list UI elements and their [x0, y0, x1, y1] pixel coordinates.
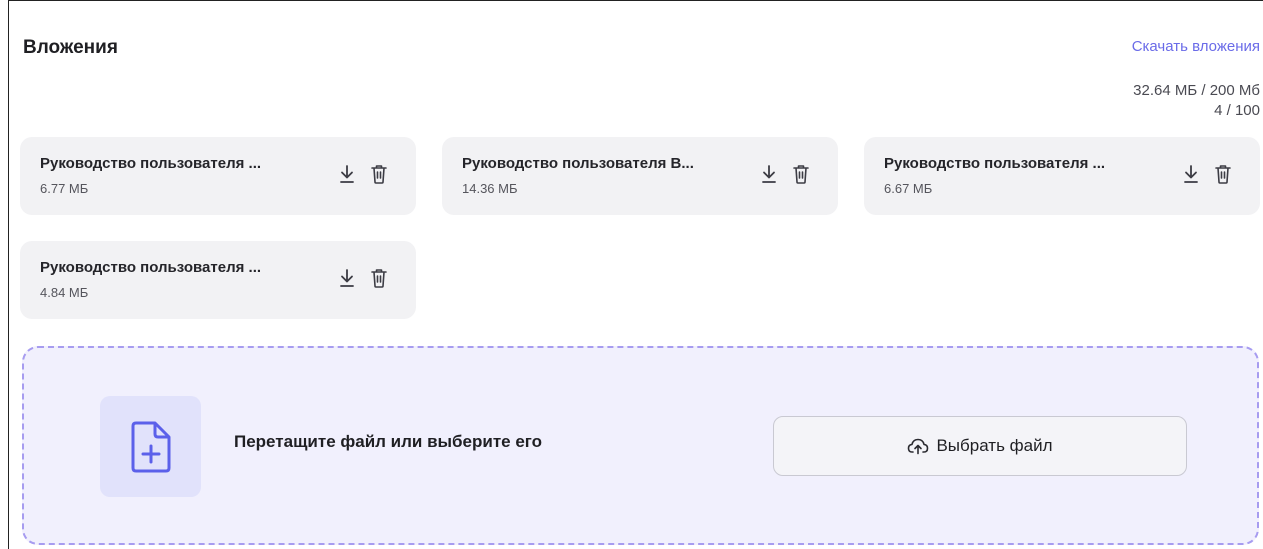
attachment-size: 6.67 МБ — [884, 181, 933, 196]
download-icon[interactable] — [1180, 161, 1202, 187]
dropzone-hint: Перетащите файл или выберите его — [234, 432, 543, 451]
attachments-panel: Вложения Скачать вложения 32.64 МБ / 200… — [8, 0, 1263, 549]
download-icon[interactable] — [336, 265, 358, 291]
attachment-name: Руководство пользователя В... — [462, 155, 694, 172]
download-icon[interactable] — [758, 161, 780, 187]
choose-file-label: Выбрать файл — [936, 436, 1053, 455]
attachment-size: 14.36 МБ — [462, 181, 518, 196]
trash-icon[interactable] — [368, 265, 390, 291]
attachment-name: Руководство пользователя ... — [40, 259, 262, 276]
attachment-card: Руководство пользователя В... 14.36 МБ — [442, 137, 838, 215]
file-plus-icon — [100, 396, 201, 497]
attachment-name: Руководство пользователя ... — [884, 155, 1106, 172]
attachment-name: Руководство пользователя ... — [40, 155, 262, 172]
section-title: Вложения — [23, 37, 118, 58]
attachment-size: 6.77 МБ — [40, 181, 89, 196]
download-all-link[interactable]: Скачать вложения — [1132, 38, 1260, 55]
usage-stats: 32.64 МБ / 200 Мб 4 / 100 — [1133, 81, 1260, 121]
trash-icon[interactable] — [368, 161, 390, 187]
download-icon[interactable] — [336, 161, 358, 187]
attachment-card: Руководство пользователя ... 6.67 МБ — [864, 137, 1260, 215]
trash-icon[interactable] — [1212, 161, 1234, 187]
count-usage: 4 / 100 — [1214, 102, 1260, 119]
attachment-size: 4.84 МБ — [40, 285, 89, 300]
attachment-card: Руководство пользователя ... 4.84 МБ — [20, 241, 416, 319]
file-dropzone[interactable]: Перетащите файл или выберите его Выбрать… — [22, 346, 1259, 545]
size-usage: 32.64 МБ / 200 Мб — [1133, 82, 1260, 99]
choose-file-button[interactable]: Выбрать файл — [773, 416, 1187, 476]
attachment-card: Руководство пользователя ... 6.77 МБ — [20, 137, 416, 215]
cloud-upload-icon — [908, 438, 929, 455]
trash-icon[interactable] — [790, 161, 812, 187]
